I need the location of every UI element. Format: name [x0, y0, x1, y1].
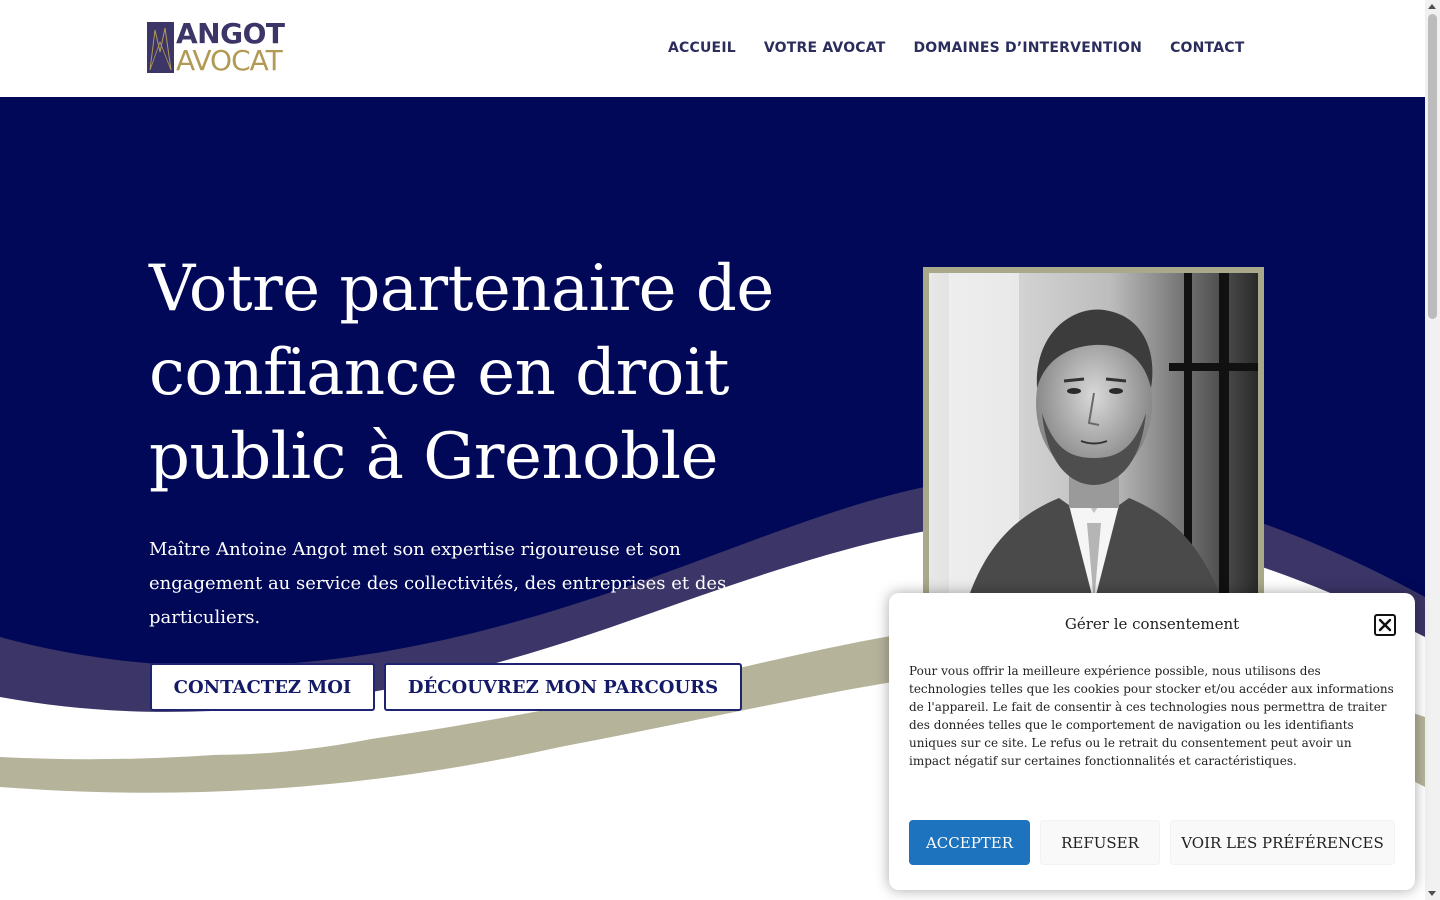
consent-title: Gérer le consentement	[1064, 615, 1240, 633]
nav-votre-avocat[interactable]: VOTRE AVOCAT	[764, 39, 886, 57]
nav-contact[interactable]: CONTACT	[1170, 39, 1244, 57]
logo-mark-icon	[147, 22, 174, 73]
nav-accueil[interactable]: ACCUEIL	[668, 39, 736, 57]
scroll-down-arrow-icon[interactable]	[1428, 891, 1436, 896]
scroll-up-arrow-icon[interactable]	[1428, 4, 1436, 9]
scrollbar-thumb[interactable]	[1428, 14, 1437, 319]
hero-subtitle: Maître Antoine Angot met son expertise r…	[149, 539, 727, 628]
page-scrollbar[interactable]	[1425, 0, 1440, 900]
accept-cookies-button[interactable]: ACCEPTER	[909, 820, 1030, 865]
cookie-consent-dialog: Gérer le consentement Pour vous offrir l…	[889, 593, 1415, 890]
close-icon[interactable]	[1374, 614, 1396, 636]
site-logo[interactable]: ANGOT AVOCAT	[147, 17, 307, 77]
view-preferences-button[interactable]: VOIR LES PRÉFÉRENCES	[1170, 820, 1395, 865]
nav-domaines-intervention[interactable]: DOMAINES D’INTERVENTION	[913, 39, 1142, 57]
logo-text-bottom: AVOCAT	[176, 44, 283, 77]
discover-career-button[interactable]: DÉCOUVREZ MON PARCOURS	[384, 663, 742, 711]
site-header: ANGOT AVOCAT ACCUEIL VOTRE AVOCAT DOMAIN…	[0, 0, 1425, 97]
contact-me-button[interactable]: CONTACTEZ MOI	[150, 663, 375, 711]
refuse-cookies-button[interactable]: REFUSER	[1040, 820, 1160, 865]
close-x-icon	[1378, 618, 1392, 632]
main-nav: ACCUEIL VOTRE AVOCAT DOMAINES D’INTERVEN…	[668, 39, 1244, 57]
consent-description: Pour vous offrir la meilleure expérience…	[909, 664, 1394, 768]
hero-title: Votre partenaire de confiance en droit p…	[149, 252, 774, 494]
